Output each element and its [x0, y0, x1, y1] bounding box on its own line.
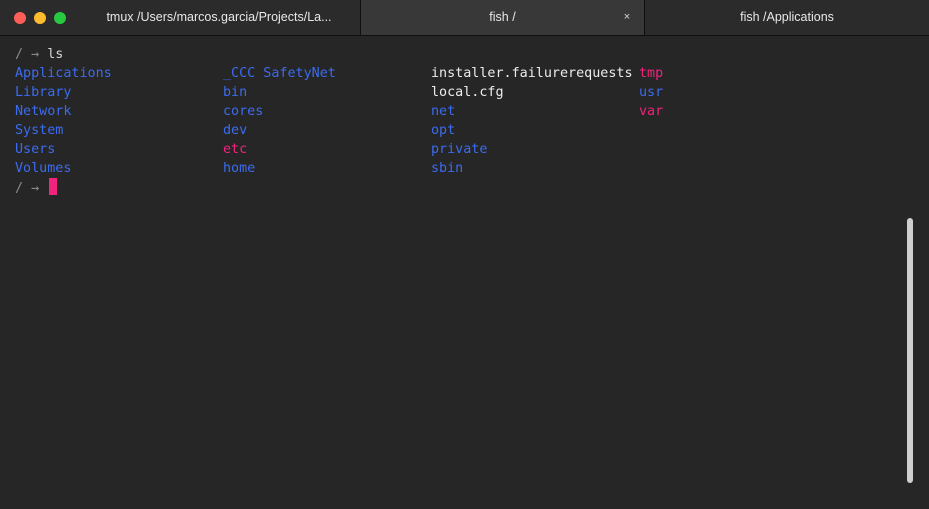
dir-entry: Library [15, 85, 72, 100]
dir-entry: tmp [639, 66, 664, 81]
dir-entry: Users [15, 142, 56, 157]
close-icon[interactable]: × [620, 0, 634, 35]
tab-label: fish /Applications [740, 10, 834, 24]
listing-row: Users etc private [15, 140, 895, 159]
tab-label: tmux /Users/marcos.garcia/Projects/La... [106, 10, 332, 24]
dir-entry: Network [15, 104, 72, 119]
dir-entry: opt [431, 123, 456, 138]
scrollbar[interactable] [907, 218, 913, 483]
file-entry: local.cfg [431, 85, 504, 100]
minimize-window-button[interactable] [34, 12, 46, 24]
text-cursor [49, 178, 58, 195]
listing-row: Applications _CCC SafetyNet installer.fa… [15, 64, 895, 83]
dir-entry: var [639, 104, 664, 119]
prompt-line: / → ls [15, 45, 895, 64]
listing-row: Volumes home sbin [15, 159, 895, 178]
dir-entry: Applications [15, 66, 112, 81]
tab-label: fish / [489, 10, 516, 24]
dir-entry: dev [223, 123, 248, 138]
close-window-button[interactable] [14, 12, 26, 24]
prompt-arrow-icon: → [31, 47, 40, 62]
tab-fish-applications[interactable]: fish /Applications [645, 0, 929, 35]
listing-row: Library bin local.cfg usr [15, 83, 895, 102]
dir-entry: usr [639, 85, 664, 100]
prompt-path: / [15, 47, 24, 62]
dir-entry: sbin [431, 161, 464, 176]
terminal-window: tmux /Users/marcos.garcia/Projects/La...… [0, 0, 929, 509]
file-entry: installer.failurerequests [431, 66, 633, 81]
dir-entry: private [431, 142, 488, 157]
dir-entry: cores [223, 104, 264, 119]
zoom-window-button[interactable] [54, 12, 66, 24]
dir-entry: Volumes [15, 161, 72, 176]
dir-entry: bin [223, 85, 248, 100]
dir-entry: System [15, 123, 64, 138]
terminal-output[interactable]: / → ls Applications _CCC SafetyNet insta… [15, 45, 895, 197]
listing-row: Network cores net var [15, 102, 895, 121]
prompt-path: / [15, 181, 24, 196]
dir-entry: _CCC SafetyNet [223, 66, 336, 81]
tab-bar: tmux /Users/marcos.garcia/Projects/La...… [0, 0, 929, 36]
dir-entry: etc [223, 142, 248, 157]
prompt-arrow-icon: → [31, 181, 40, 196]
dir-entry: net [431, 104, 456, 119]
dir-entry: home [223, 161, 256, 176]
tab-fish-root[interactable]: fish / × [361, 0, 645, 35]
command-text: ls [47, 47, 64, 62]
listing-row: System dev opt [15, 121, 895, 140]
prompt-line: / → [15, 178, 895, 197]
